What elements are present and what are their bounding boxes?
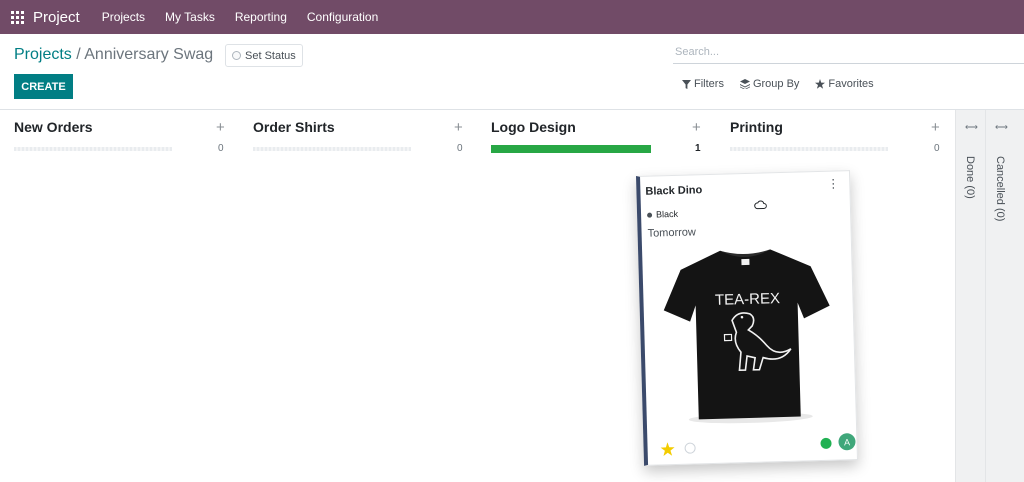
column-progress-bar[interactable] bbox=[253, 145, 411, 152]
column-title: Logo Design bbox=[491, 119, 576, 135]
tshirt-print-text: TEA-REX bbox=[715, 290, 780, 309]
column-progress-bar[interactable] bbox=[14, 145, 172, 152]
menu-reporting[interactable]: Reporting bbox=[225, 10, 297, 24]
set-status-button[interactable]: Set Status bbox=[225, 44, 303, 67]
group-by-button[interactable]: Group By bbox=[739, 78, 800, 90]
kanban-column-order-shirts: Order Shirts + 0 bbox=[253, 110, 465, 482]
column-title: New Orders bbox=[14, 119, 93, 135]
layers-icon bbox=[739, 79, 750, 89]
favorites-button[interactable]: Favorites bbox=[815, 78, 874, 90]
folded-column-title: Cancelled (0) bbox=[994, 156, 1006, 222]
search-input[interactable] bbox=[673, 40, 1024, 64]
menu-configuration[interactable]: Configuration bbox=[297, 10, 388, 24]
folded-column-title: Done (0) bbox=[964, 156, 976, 199]
column-add-icon[interactable]: + bbox=[931, 119, 940, 136]
column-add-icon[interactable]: + bbox=[216, 119, 225, 136]
filters-button[interactable]: Filters bbox=[682, 78, 724, 90]
star-icon bbox=[815, 79, 826, 89]
task-deadline: Tomorrow bbox=[647, 226, 697, 240]
search-options: Filters Group By Favorites bbox=[682, 78, 890, 90]
breadcrumb: Projects / Anniversary Swag bbox=[14, 46, 213, 64]
task-title: Black Dino bbox=[645, 184, 703, 198]
kanban-column-new-orders: New Orders + 0 bbox=[14, 110, 226, 482]
app-brand[interactable]: Project bbox=[33, 9, 80, 26]
column-progress-bar[interactable] bbox=[730, 145, 888, 152]
activity-circle-icon[interactable] bbox=[684, 442, 696, 454]
breadcrumb-separator: / bbox=[71, 46, 85, 63]
group-by-label: Group By bbox=[752, 78, 800, 90]
column-count: 0 bbox=[218, 143, 224, 154]
menu-projects[interactable]: Projects bbox=[92, 10, 155, 24]
unfold-icon: ⟷ bbox=[995, 122, 1008, 132]
cloud-icon bbox=[754, 200, 767, 210]
tshirt-image: TEA-REX bbox=[663, 249, 830, 424]
priority-star-icon[interactable] bbox=[660, 442, 675, 456]
control-panel: Projects / Anniversary Swag Set Status C… bbox=[0, 34, 1024, 110]
column-count: 0 bbox=[457, 143, 463, 154]
folded-column-done[interactable]: ⟷ Done (0) bbox=[955, 110, 985, 482]
status-circle-icon bbox=[232, 51, 241, 60]
breadcrumb-current: Anniversary Swag bbox=[84, 46, 214, 63]
task-tag: Black bbox=[647, 209, 678, 220]
breadcrumb-projects-link[interactable]: Projects bbox=[14, 46, 72, 63]
assignee-avatar[interactable]: A bbox=[838, 433, 856, 451]
tag-color-dot bbox=[647, 212, 653, 218]
card-dropdown-icon[interactable]: ⋮ bbox=[827, 176, 839, 190]
filters-label: Filters bbox=[694, 78, 724, 90]
column-title: Printing bbox=[730, 119, 783, 135]
column-title: Order Shirts bbox=[253, 119, 335, 135]
apps-grid-icon[interactable] bbox=[0, 0, 34, 34]
menu-my-tasks[interactable]: My Tasks bbox=[155, 10, 225, 24]
kanban-board: New Orders + 0 Order Shirts + 0 Logo Des… bbox=[0, 110, 1024, 482]
unfold-icon: ⟷ bbox=[965, 122, 978, 132]
top-navbar: Project Projects My Tasks Reporting Conf… bbox=[0, 0, 1024, 34]
column-add-icon[interactable]: + bbox=[454, 119, 463, 136]
create-button[interactable]: CREATE bbox=[14, 74, 73, 99]
column-count: 0 bbox=[934, 143, 940, 154]
column-progress-bar[interactable] bbox=[491, 145, 651, 153]
set-status-label: Set Status bbox=[245, 49, 296, 62]
filter-funnel-icon bbox=[682, 79, 691, 89]
progress-fill bbox=[491, 145, 651, 153]
kanban-state-indicator[interactable] bbox=[820, 437, 832, 449]
tag-label: Black bbox=[655, 208, 679, 220]
folded-column-cancelled[interactable]: ⟷ Cancelled (0) bbox=[985, 110, 1024, 482]
favorites-label: Favorites bbox=[828, 78, 874, 90]
column-add-icon[interactable]: + bbox=[692, 119, 701, 136]
column-count: 1 bbox=[695, 143, 701, 154]
task-card[interactable]: Black Dino ⋮ Black Tomorrow TEA-REX A bbox=[635, 170, 859, 466]
